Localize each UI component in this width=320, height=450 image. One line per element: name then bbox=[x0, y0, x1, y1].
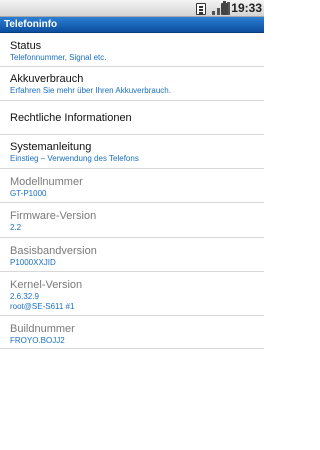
item-title: Basisbandversion bbox=[10, 245, 97, 257]
status-bar: 19:33 bbox=[0, 0, 264, 17]
list-item-build-number: Buildnummer FROYO.BOJJ2 bbox=[0, 316, 264, 349]
settings-list: Status Telefonnummer, Signal etc. Akkuve… bbox=[0, 34, 264, 349]
item-subtitle: Telefonnummer, Signal etc. bbox=[10, 53, 107, 62]
item-title: Status bbox=[10, 40, 42, 52]
item-value: 2.2 bbox=[10, 223, 22, 232]
battery-icon bbox=[221, 1, 228, 15]
list-item-kernel-version: Kernel-Version 2.6.32.9 root@SE-S611 #1 bbox=[0, 272, 264, 316]
list-item-system-tutorial[interactable]: Systemanleitung Einstieg – Verwendung de… bbox=[0, 135, 264, 169]
item-value: GT-P1000 bbox=[10, 189, 47, 198]
item-title: Buildnummer bbox=[10, 323, 75, 335]
item-title: Rechtliche Informationen bbox=[10, 112, 132, 124]
list-item-status[interactable]: Status Telefonnummer, Signal etc. bbox=[0, 34, 264, 67]
item-value: FROYO.BOJJ2 bbox=[10, 336, 65, 345]
page-title: Telefoninfo bbox=[4, 19, 58, 30]
list-item-firmware-version: Firmware-Version 2.2 bbox=[0, 203, 264, 238]
item-title: Akkuverbrauch bbox=[10, 73, 84, 85]
clock: 19:33 bbox=[231, 1, 262, 15]
item-subtitle: Einstieg – Verwendung des Telefons bbox=[10, 154, 139, 163]
signal-bar-icon bbox=[217, 8, 220, 15]
item-title: Kernel-Version bbox=[10, 279, 83, 291]
notification-icon bbox=[196, 3, 206, 15]
item-value: P1000XXJID bbox=[10, 258, 56, 267]
item-title: Modellnummer bbox=[10, 176, 83, 188]
item-subtitle: Erfahren Sie mehr über Ihren Akkuverbrau… bbox=[10, 86, 171, 95]
list-item-baseband-version: Basisbandversion P1000XXJID bbox=[0, 238, 264, 272]
item-title: Firmware-Version bbox=[10, 210, 97, 222]
signal-icon bbox=[212, 11, 215, 15]
list-item-legal-info[interactable]: Rechtliche Informationen bbox=[0, 101, 264, 135]
title-bar: Telefoninfo bbox=[0, 17, 264, 33]
list-item-model-number: Modellnummer GT-P1000 bbox=[0, 169, 264, 203]
item-title: Systemanleitung bbox=[10, 141, 92, 153]
item-value: 2.6.32.9 bbox=[10, 292, 39, 301]
list-item-battery-use[interactable]: Akkuverbrauch Erfahren Sie mehr über Ihr… bbox=[0, 67, 264, 101]
item-value: root@SE-S611 #1 bbox=[10, 302, 75, 311]
